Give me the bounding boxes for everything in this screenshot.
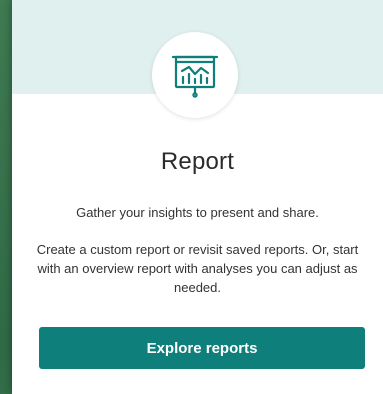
card-title: Report [160, 148, 235, 175]
report-icon-badge [152, 32, 238, 118]
presentation-chart-icon [171, 55, 219, 98]
card-description: Create a custom report or revisit saved … [36, 242, 359, 295]
report-card: Report Gather your insights to present a… [12, 0, 383, 394]
explore-reports-button[interactable]: Explore reports [39, 327, 365, 369]
card-subtitle: Gather your insights to present and shar… [76, 205, 319, 220]
